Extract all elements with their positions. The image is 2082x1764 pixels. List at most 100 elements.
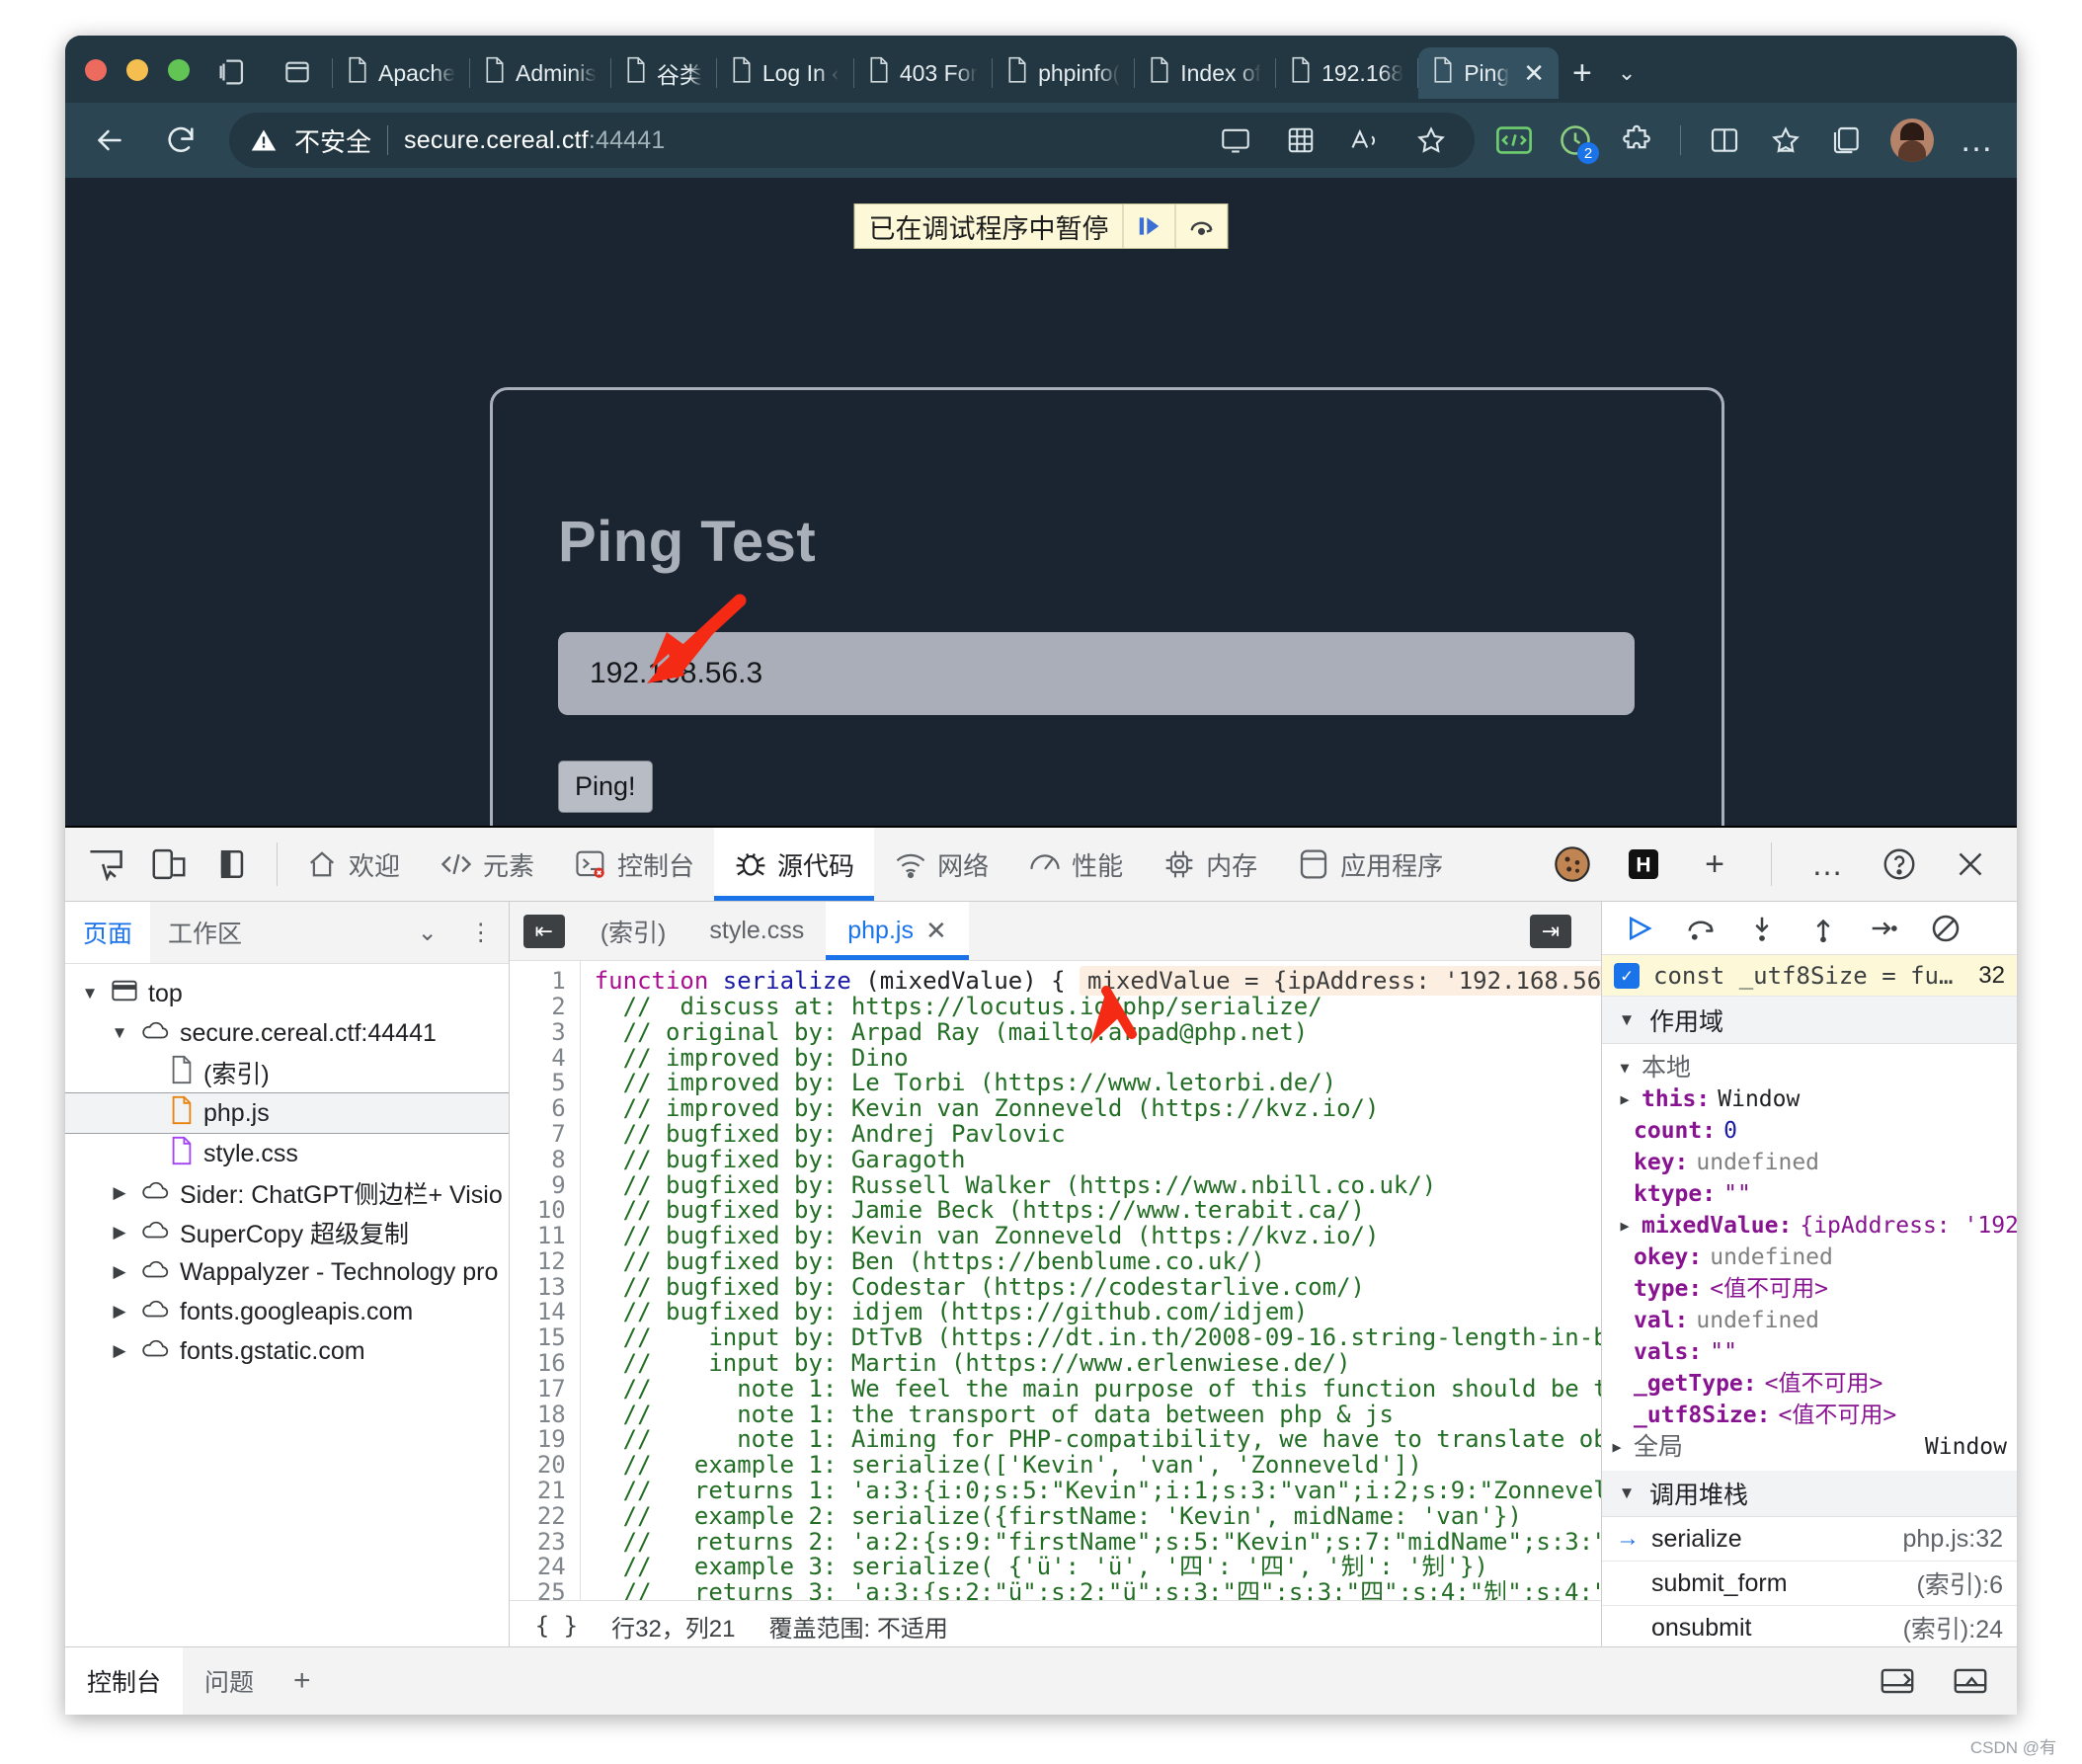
variable-expand-triangle-icon[interactable]: ▶	[1616, 1083, 1634, 1115]
devtools-tab-bar[interactable]: 欢迎 元素 控制台 源代码 网络 性能 内存 应用程序	[285, 828, 1463, 901]
close-editor-tab-icon[interactable]: ✕	[925, 916, 947, 946]
file-tree-node[interactable]: ▼ top	[65, 974, 509, 1013]
breakpoint-checkbox[interactable]: ✓	[1614, 962, 1640, 989]
call-stack-list[interactable]: → serialize php.js:32 submit_form (索引):6 onsu…	[1602, 1517, 2017, 1651]
dock-side-icon[interactable]	[209, 842, 255, 887]
devtools-tab-home[interactable]: 欢迎	[285, 828, 420, 901]
scope-global-row[interactable]: ▶ 全局 Window	[1602, 1431, 2017, 1463]
line-number[interactable]: 23	[510, 1529, 566, 1556]
drawer-tab-console[interactable]: 控制台	[65, 1647, 184, 1715]
line-number[interactable]: 7	[510, 1121, 565, 1148]
breakpoint-row[interactable]: ✓ const _utf8Size = fu… 32	[1602, 955, 2017, 998]
devtools-tab-application[interactable]: 应用程序	[1277, 828, 1463, 901]
tree-expand-triangle-icon[interactable]: ▼	[109, 1023, 130, 1043]
scope-list[interactable]: ▼ 本地 ▶ this: Window count: 0 key: undefined…	[1602, 1044, 2017, 1463]
code-line[interactable]: // note 1: We feel the main purpose of t…	[595, 1376, 1601, 1403]
editor-tab[interactable]: (索引)	[579, 902, 688, 960]
close-devtools-icon[interactable]	[1948, 842, 1993, 887]
navigator-kebab-menu-icon[interactable]: ⋮	[453, 919, 509, 947]
global-expand-triangle-icon[interactable]: ▶	[1608, 1431, 1626, 1463]
browser-tab[interactable]: Ping ✕	[1418, 47, 1560, 99]
maximize-window-button[interactable]	[168, 59, 190, 81]
h-badge-icon[interactable]: H	[1621, 842, 1666, 887]
close-window-button[interactable]	[85, 59, 107, 81]
editor-tab-bar[interactable]: ⇤ (索引) style.css php.js ✕ ⇥	[509, 902, 1601, 962]
devtools-extension-icon[interactable]	[1496, 122, 1532, 158]
line-number[interactable]: 10	[510, 1197, 566, 1224]
tree-expand-triangle-icon[interactable]: ▶	[109, 1341, 130, 1361]
tab-strip[interactable]: Apache Adminis 谷类 Log In ‹ 403 For phpinfo(In…	[332, 43, 2017, 103]
scope-variable-row[interactable]: ▶ mixedValue: {ipAddress: '192	[1602, 1210, 2017, 1242]
code-line[interactable]: // note 1: Aiming for PHP-compatibility,…	[595, 1427, 1601, 1453]
show-navigator-icon[interactable]: ⇤	[522, 914, 565, 948]
code-line[interactable]: // bugfixed by: Kevin van Zonneveld (htt…	[595, 1223, 1601, 1249]
more-tabs-plus-icon[interactable]: +	[1692, 842, 1737, 887]
show-debugger-icon[interactable]: ⇥	[1530, 914, 1571, 948]
line-number[interactable]: 11	[510, 1223, 566, 1249]
inspect-element-icon[interactable]	[83, 842, 128, 887]
browser-tab[interactable]: Adminis	[470, 47, 610, 99]
devtools-tab-console[interactable]: 控制台	[554, 828, 714, 901]
browser-tab[interactable]: Apache	[333, 47, 469, 99]
browser-tab[interactable]: phpinfo(	[993, 47, 1134, 99]
code-line[interactable]: // improved by: Le Torbi (https://www.le…	[595, 1070, 1601, 1096]
step-over-button[interactable]	[1174, 204, 1228, 248]
call-stack-frame[interactable]: onsubmit (索引):24	[1602, 1606, 2017, 1651]
code-line[interactable]: // example 2: serialize({firstName: 'Kev…	[595, 1503, 1601, 1530]
step-over-icon[interactable]	[1673, 905, 1728, 952]
line-number[interactable]: 24	[510, 1555, 566, 1580]
browser-essentials-icon[interactable]	[1707, 122, 1742, 158]
tab-list-chevron-icon[interactable]: ⌄	[1606, 60, 1647, 86]
drawer-add-tab-button[interactable]: +	[276, 1664, 329, 1698]
line-number[interactable]: 5	[510, 1071, 565, 1096]
line-number[interactable]: 12	[510, 1248, 566, 1275]
back-button[interactable]	[83, 114, 136, 167]
tree-expand-triangle-icon[interactable]: ▶	[109, 1262, 130, 1282]
devtools-tab-code[interactable]: 元素	[420, 828, 554, 901]
file-tree[interactable]: ▼ top ▼ secure.cereal.ctf:44441 (索引) php.js st…	[65, 964, 509, 1371]
address-bar[interactable]: 不安全 secure.cereal.ctf:44441	[229, 113, 1475, 168]
drawer-undock-icon[interactable]	[1948, 1658, 1993, 1704]
browser-tab[interactable]: 192.168	[1276, 47, 1417, 99]
code-lines[interactable]: function serialize (mixedValue) { mixedV…	[581, 961, 1601, 1600]
variable-expand-triangle-icon[interactable]: ▶	[1616, 1210, 1634, 1242]
navigator-tab-pages[interactable]: 页面	[65, 902, 151, 963]
code-line[interactable]: // bugfixed by: Andrej Pavlovic	[595, 1121, 1601, 1148]
browser-tab[interactable]: 403 For	[854, 47, 992, 99]
line-number[interactable]: 22	[510, 1503, 566, 1530]
file-tree-node[interactable]: php.js	[65, 1092, 509, 1134]
line-number[interactable]: 8	[510, 1147, 565, 1173]
minimize-window-button[interactable]	[126, 59, 148, 81]
line-number[interactable]: 15	[510, 1324, 566, 1351]
not-secure-warning-icon[interactable]	[249, 125, 279, 155]
code-line[interactable]: // returns 1: 'a:3:{i:0;s:5:"Kevin";i:1;…	[595, 1478, 1601, 1504]
editor-tab[interactable]: php.js ✕	[826, 902, 969, 961]
line-number[interactable]: 20	[510, 1452, 566, 1479]
file-tree-node[interactable]: (索引)	[65, 1053, 509, 1092]
code-line[interactable]: // improved by: Kevin van Zonneveld (htt…	[595, 1095, 1601, 1122]
line-number[interactable]: 4	[510, 1045, 565, 1072]
scope-variable-row[interactable]: okey: undefined	[1602, 1242, 2017, 1273]
resume-icon[interactable]	[1612, 904, 1667, 952]
file-tree-node[interactable]: ▶ Wappalyzer - Technology pro	[65, 1252, 509, 1292]
puzzle-extensions-icon[interactable]	[1619, 122, 1654, 158]
callstack-section-header[interactable]: ▼ 调用堆栈	[1602, 1470, 2017, 1518]
scope-variable-row[interactable]: ▶ this: Window	[1602, 1083, 2017, 1115]
new-tab-button[interactable]: +	[1559, 54, 1606, 93]
code-line[interactable]: // note 1: the transport of data between…	[595, 1402, 1601, 1428]
help-icon[interactable]	[1877, 842, 1922, 887]
split-screen-icon[interactable]	[279, 53, 316, 91]
line-number[interactable]: 17	[510, 1376, 566, 1403]
call-stack-frame[interactable]: → serialize php.js:32	[1602, 1517, 2017, 1563]
code-line[interactable]: // input by: DtTvB (https://dt.in.th/200…	[595, 1324, 1601, 1351]
browser-tab[interactable]: 谷类	[611, 47, 716, 99]
code-line[interactable]: // example 3: serialize( {'ü': 'ü', '四':…	[595, 1555, 1601, 1580]
devtools-tab-performance[interactable]: 性能	[1008, 828, 1143, 901]
scope-variable-row[interactable]: val: undefined	[1602, 1305, 2017, 1336]
tree-expand-triangle-icon[interactable]: ▶	[109, 1223, 130, 1243]
line-number[interactable]: 19	[510, 1427, 566, 1453]
devtools-more-options-icon[interactable]: …	[1805, 842, 1851, 887]
navigator-more-tabs-chevron-icon[interactable]: ⌄	[402, 919, 453, 947]
line-number[interactable]: 21	[510, 1478, 566, 1504]
extensions-puzzle-icon[interactable]: 2	[1558, 122, 1599, 164]
